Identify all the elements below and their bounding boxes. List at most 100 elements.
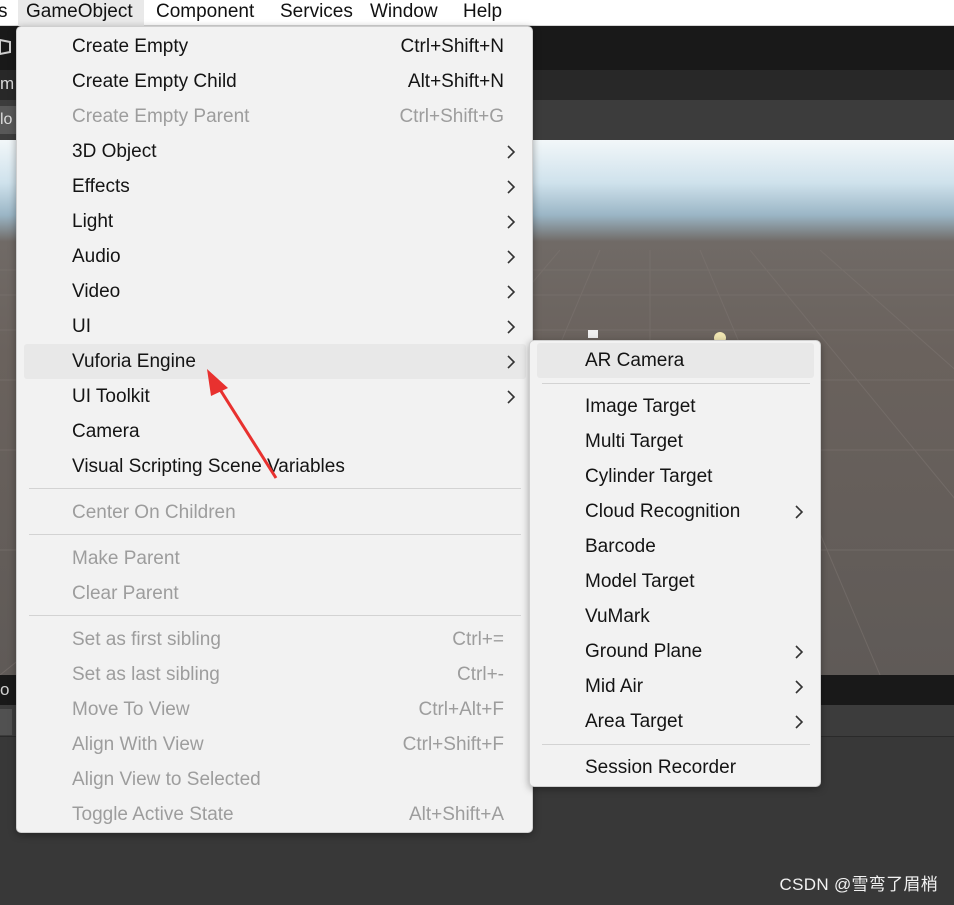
menu-item-label: Align With View — [72, 734, 204, 755]
menubar-item-component[interactable]: Component — [156, 0, 254, 26]
menu-item-label: VuMark — [585, 606, 650, 627]
menu-item-label: Vuforia Engine — [72, 351, 196, 372]
chevron-right-icon — [507, 390, 516, 404]
menu-item-effects[interactable]: Effects — [24, 169, 526, 204]
chevron-right-icon — [507, 355, 516, 369]
menu-item-ui[interactable]: UI — [24, 309, 526, 344]
menubar-item-window[interactable]: Window — [370, 0, 438, 26]
menu-item-align-view-to-selected: Align View to Selected — [24, 762, 526, 797]
vuforia-engine-submenu: AR Camera Image Target Multi Target Cyli… — [529, 340, 821, 787]
unity-cloud-icon[interactable] — [0, 38, 14, 56]
menu-item-set-first-sibling: Set as first sibling Ctrl+= — [24, 622, 526, 657]
menu-item-clear-parent: Clear Parent — [24, 576, 526, 611]
menu-item-label: Effects — [72, 176, 130, 197]
menu-item-shortcut: Ctrl+Shift+N — [400, 36, 504, 57]
menu-item-label: Model Target — [585, 571, 695, 592]
menu-item-vuforia-engine[interactable]: Vuforia Engine — [24, 344, 526, 379]
menu-item-create-empty-child[interactable]: Create Empty Child Alt+Shift+N — [24, 64, 526, 99]
menu-item-label: Session Recorder — [585, 757, 737, 778]
menu-item-create-empty[interactable]: Create Empty Ctrl+Shift+N — [24, 29, 526, 64]
menu-item-label: Set as first sibling — [72, 629, 221, 650]
submenu-item-cylinder-target[interactable]: Cylinder Target — [537, 459, 814, 494]
scene-tab-fragment[interactable]: m — [0, 74, 14, 94]
menu-item-label: Align View to Selected — [72, 769, 261, 790]
menu-item-shortcut: Ctrl+Shift+F — [402, 734, 504, 755]
menu-item-label: UI Toolkit — [72, 386, 150, 407]
menu-item-label: Toggle Active State — [72, 804, 234, 825]
menu-item-label: Create Empty Parent — [72, 106, 250, 127]
menu-item-video[interactable]: Video — [24, 274, 526, 309]
menu-item-visual-scripting-scene-variables[interactable]: Visual Scripting Scene Variables — [24, 449, 526, 484]
menu-item-label: Move To View — [72, 699, 190, 720]
menu-item-audio[interactable]: Audio — [24, 239, 526, 274]
menu-separator — [29, 534, 521, 535]
menu-item-shortcut: Ctrl+- — [457, 664, 504, 685]
menu-item-label: Cylinder Target — [585, 466, 713, 487]
menu-item-label: Multi Target — [585, 431, 683, 452]
menu-item-center-on-children: Center On Children — [24, 495, 526, 530]
submenu-item-barcode[interactable]: Barcode — [537, 529, 814, 564]
menu-item-label: Video — [72, 281, 121, 302]
bottom-tab-fragment[interactable]: o — [0, 680, 9, 700]
chevron-right-icon — [795, 505, 804, 519]
menubar-item-partial[interactable]: s — [0, 0, 8, 26]
menu-item-label: 3D Object — [72, 141, 157, 162]
menu-item-ui-toolkit[interactable]: UI Toolkit — [24, 379, 526, 414]
chevron-right-icon — [795, 680, 804, 694]
menu-item-make-parent: Make Parent — [24, 541, 526, 576]
menu-item-move-to-view: Move To View Ctrl+Alt+F — [24, 692, 526, 727]
menu-item-shortcut: Ctrl+= — [452, 629, 504, 650]
submenu-item-area-target[interactable]: Area Target — [537, 704, 814, 739]
chevron-right-icon — [507, 320, 516, 334]
submenu-item-image-target[interactable]: Image Target — [537, 389, 814, 424]
bottom-toolbar-button[interactable] — [0, 709, 12, 735]
submenu-item-cloud-recognition[interactable]: Cloud Recognition — [537, 494, 814, 529]
menu-item-label: Clear Parent — [72, 583, 179, 604]
chevron-right-icon — [507, 180, 516, 194]
chevron-right-icon — [507, 285, 516, 299]
menu-item-label: AR Camera — [585, 350, 685, 371]
menu-item-align-with-view: Align With View Ctrl+Shift+F — [24, 727, 526, 762]
submenu-item-multi-target[interactable]: Multi Target — [537, 424, 814, 459]
menubar-item-help[interactable]: Help — [463, 0, 502, 26]
menubar-item-gameobject[interactable]: GameObject — [18, 0, 144, 26]
menu-bar: s GameObject Component Services Window H… — [0, 0, 954, 26]
menu-item-shortcut: Alt+Shift+N — [407, 71, 504, 92]
menu-item-toggle-active-state: Toggle Active State Alt+Shift+A — [24, 797, 526, 832]
chevron-right-icon — [507, 215, 516, 229]
menu-item-light[interactable]: Light — [24, 204, 526, 239]
menu-separator — [542, 383, 810, 384]
menu-item-label: Cloud Recognition — [585, 501, 741, 522]
menu-item-label: Barcode — [585, 536, 656, 557]
scene-tool-button[interactable]: lo — [0, 106, 17, 134]
menu-item-label: Create Empty — [72, 36, 189, 57]
camera-gizmo-icon — [588, 330, 598, 338]
menu-item-label: Create Empty Child — [72, 71, 237, 92]
menu-item-camera[interactable]: Camera — [24, 414, 526, 449]
menu-item-label: Camera — [72, 421, 140, 442]
menu-item-3d-object[interactable]: 3D Object — [24, 134, 526, 169]
menu-item-label: Light — [72, 211, 114, 232]
menu-item-label: Make Parent — [72, 548, 180, 569]
menu-item-label: Set as last sibling — [72, 664, 220, 685]
chevron-right-icon — [795, 645, 804, 659]
menubar-item-services[interactable]: Services — [280, 0, 353, 26]
menu-item-label: Ground Plane — [585, 641, 703, 662]
chevron-right-icon — [507, 250, 516, 264]
submenu-item-mid-air[interactable]: Mid Air — [537, 669, 814, 704]
menu-item-label: Audio — [72, 246, 121, 267]
submenu-item-ar-camera[interactable]: AR Camera — [537, 343, 814, 378]
menu-item-label: UI — [72, 316, 91, 337]
menu-item-set-last-sibling: Set as last sibling Ctrl+- — [24, 657, 526, 692]
menu-item-label: Image Target — [585, 396, 696, 417]
gameobject-menu: Create Empty Ctrl+Shift+N Create Empty C… — [16, 26, 533, 833]
watermark: CSDN @雪弯了眉梢 — [779, 875, 938, 894]
menu-item-shortcut: Ctrl+Alt+F — [418, 699, 504, 720]
menu-separator — [29, 488, 521, 489]
submenu-item-ground-plane[interactable]: Ground Plane — [537, 634, 814, 669]
submenu-item-model-target[interactable]: Model Target — [537, 564, 814, 599]
menu-item-label: Area Target — [585, 711, 683, 732]
menu-item-label: Mid Air — [585, 676, 644, 697]
submenu-item-session-recorder[interactable]: Session Recorder — [537, 750, 814, 785]
submenu-item-vumark[interactable]: VuMark — [537, 599, 814, 634]
